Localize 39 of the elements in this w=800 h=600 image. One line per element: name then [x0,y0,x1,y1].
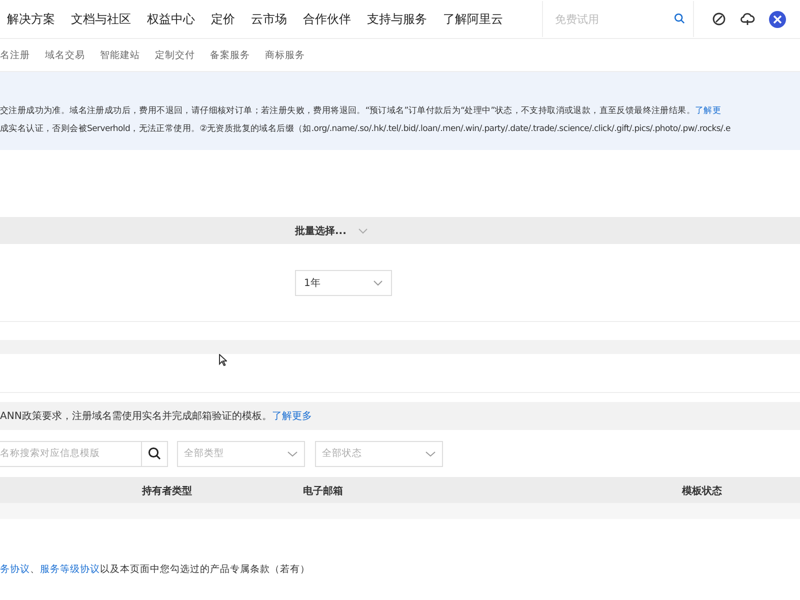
search-button[interactable] [142,440,168,466]
subnav-link[interactable]: 名注册 [0,48,30,62]
search-icon [674,13,685,24]
column-header: 模板状态 [682,484,722,498]
batch-select[interactable]: 批量选择... [295,224,368,238]
nav-link[interactable]: 云市场 [251,10,287,28]
nav-link[interactable]: 定价 [211,10,235,28]
caret-icon [287,450,298,456]
notice-text: 成实名认证，否则会被Serverhold，无法正常使用。②无资质批复的域名后缀（如.org/.name/.so/.hk/.tel/.bid/.loan/.men/.win/.party/.date/.trade/.science/.click/.gift/.pics/.photo/.pw/.rocks/.e [0,124,730,134]
subnav-link[interactable]: 商标服务 [265,48,305,62]
terms-text: 以及本页面中您勾选过的产品专属条款（若有） [100,563,310,576]
learn-more-link[interactable]: 了解更 [695,106,722,116]
nav-link[interactable]: 了解阿里云 [443,10,503,28]
search-field[interactable]: 免费试用 [542,1,694,37]
subnav-link[interactable]: 定制交付 [155,48,195,62]
template-search-field[interactable]: 名称搜索对应信息模版 [0,440,142,466]
agreement-link[interactable]: 务协议 [0,563,30,576]
caret-icon [373,280,383,286]
separator-text: 、 [30,563,40,576]
nav-link[interactable]: 合作伙伴 [303,10,351,28]
subnav-link[interactable]: 智能建站 [100,48,140,62]
column-header: 电子邮箱 [303,484,343,498]
nav-link[interactable]: 解决方案 [7,10,55,28]
agreement-link[interactable]: 服务等级协议 [40,563,100,576]
column-header: 持有者类型 [142,484,192,498]
mouse-cursor-icon [219,354,227,366]
caret-icon [358,228,368,234]
subnav-link[interactable]: 域名交易 [45,48,85,62]
notice-text: 交注册成功为准。域名注册成功后，费用不退回，请仔细核对订单；若注册失败，费用将退回。“预订域名”订单付款后为“处理中”状态，不支持取消或退款，直至反馈最终注册结果。 [0,106,696,116]
search-icon [148,447,161,460]
subnav-link[interactable]: 备案服务 [210,48,250,62]
cloud-icon[interactable] [740,12,755,26]
policy-text: ANN政策要求，注册域名需使用实名并完成邮箱验证的模板。 [0,410,272,423]
nav-link[interactable]: 文档与社区 [71,10,131,28]
learn-more-link[interactable]: 了解更多 [272,409,312,423]
caret-icon [425,450,436,456]
period-select[interactable]: 1年 [295,270,392,296]
nav-link[interactable]: 权益中心 [147,10,195,28]
nav-link[interactable]: 支持与服务 [367,10,427,28]
